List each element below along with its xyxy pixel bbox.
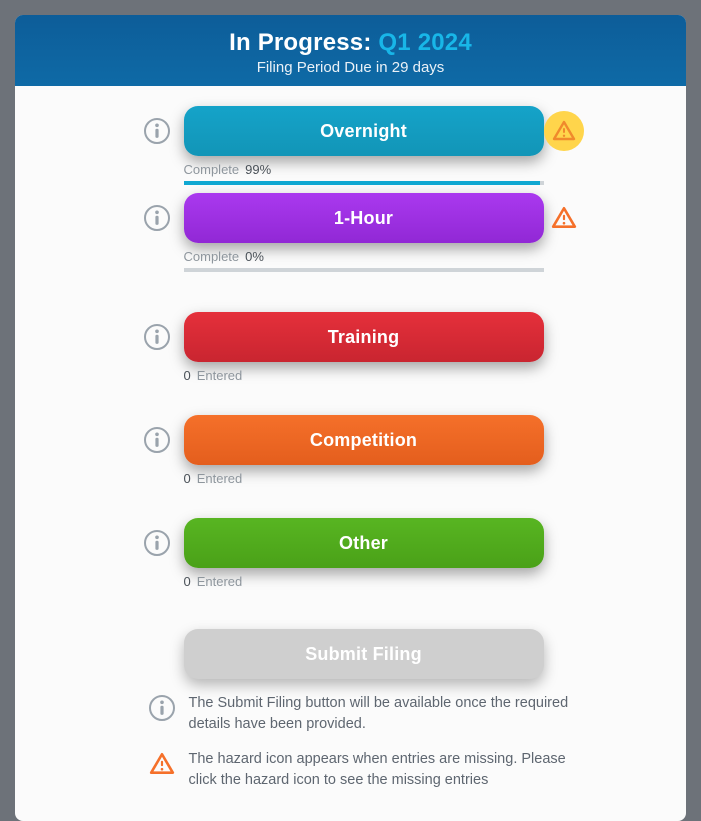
- hazard-icon: [147, 751, 175, 779]
- submit-note-text: The Submit Filing button will be availab…: [189, 693, 589, 735]
- complete-label: Complete: [184, 162, 240, 177]
- one-hour-progress-row: [15, 264, 686, 280]
- info-icon[interactable]: [144, 205, 170, 231]
- one-hour-button[interactable]: 1-Hour: [184, 193, 544, 243]
- page-subtitle: Filing Period Due in 29 days: [15, 59, 686, 76]
- card-header: In Progress: Q1 2024 Filing Period Due i…: [15, 15, 686, 86]
- row-submit: Submit Filing: [15, 629, 686, 679]
- info-icon[interactable]: [149, 695, 175, 721]
- info-icon[interactable]: [144, 427, 170, 453]
- competition-meta-row: 0 Entered: [15, 465, 686, 486]
- submit-filing-button: Submit Filing: [184, 629, 544, 679]
- entered-label: Entered: [197, 574, 243, 589]
- entered-count: 0: [184, 368, 191, 383]
- overnight-progress: [184, 181, 544, 185]
- other-entered: 0 Entered: [184, 574, 544, 589]
- one-hour-meta-row: Complete 0%: [15, 243, 686, 264]
- footer: Submit Filing The Submit Filing button w…: [15, 629, 686, 791]
- note-submit: The Submit Filing button will be availab…: [15, 693, 686, 735]
- filing-rows: Overnight Complete 99%: [15, 86, 686, 791]
- title-prefix: In Progress:: [229, 29, 378, 56]
- complete-value: 99%: [245, 162, 271, 177]
- entered-count: 0: [184, 471, 191, 486]
- row-competition: Competition: [15, 415, 686, 465]
- complete-value: 0%: [245, 249, 264, 264]
- other-button[interactable]: Other: [184, 518, 544, 568]
- progress-bar: [184, 181, 540, 185]
- row-overnight: Overnight: [15, 106, 686, 156]
- other-meta-row: 0 Entered: [15, 568, 686, 589]
- overnight-complete: Complete 99%: [184, 162, 544, 177]
- overnight-button[interactable]: Overnight: [184, 106, 544, 156]
- competition-button[interactable]: Competition: [184, 415, 544, 465]
- hazard-icon[interactable]: [550, 204, 578, 232]
- training-meta-row: 0 Entered: [15, 362, 686, 383]
- info-icon[interactable]: [144, 118, 170, 144]
- filing-card: In Progress: Q1 2024 Filing Period Due i…: [15, 15, 686, 821]
- page-title: In Progress: Q1 2024: [15, 29, 686, 57]
- one-hour-progress: [184, 268, 544, 272]
- row-training: Training: [15, 312, 686, 362]
- title-period: Q1 2024: [378, 29, 471, 56]
- training-button[interactable]: Training: [184, 312, 544, 362]
- training-entered: 0 Entered: [184, 368, 544, 383]
- note-hazard: The hazard icon appears when entries are…: [15, 749, 686, 791]
- entered-count: 0: [184, 574, 191, 589]
- overnight-progress-row: [15, 177, 686, 193]
- overnight-meta-row: Complete 99%: [15, 156, 686, 177]
- info-icon[interactable]: [144, 324, 170, 350]
- competition-entered: 0 Entered: [184, 471, 544, 486]
- entered-label: Entered: [197, 471, 243, 486]
- one-hour-complete: Complete 0%: [184, 249, 544, 264]
- hazard-icon[interactable]: [544, 111, 584, 151]
- entered-label: Entered: [197, 368, 243, 383]
- hazard-note-text: The hazard icon appears when entries are…: [189, 749, 589, 791]
- row-one-hour: 1-Hour: [15, 193, 686, 243]
- info-icon[interactable]: [144, 530, 170, 556]
- row-other: Other: [15, 518, 686, 568]
- complete-label: Complete: [184, 249, 240, 264]
